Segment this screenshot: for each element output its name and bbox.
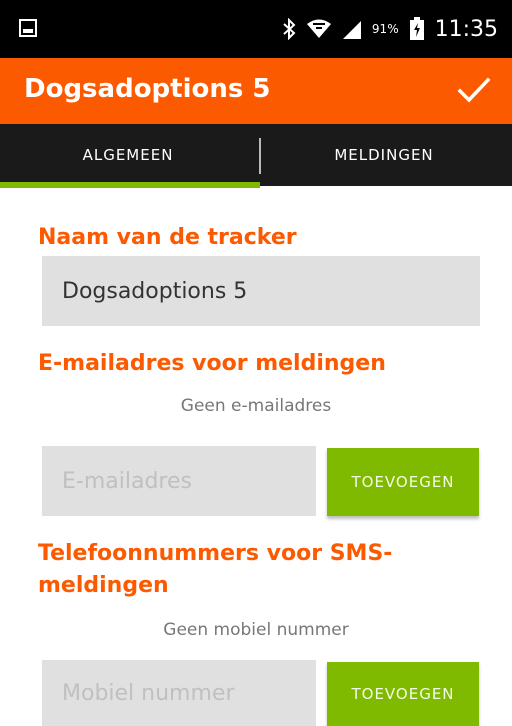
add-email-button[interactable]: TOEVOEGEN bbox=[327, 448, 479, 516]
no-mobile-note: Geen mobiel nummer bbox=[163, 620, 349, 640]
screenshot-icon bbox=[19, 19, 37, 37]
tracker-name-input[interactable]: Dogsadoptions 5 bbox=[42, 256, 480, 326]
status-bar: 91% 11:35 bbox=[0, 0, 512, 58]
bluetooth-icon bbox=[283, 18, 296, 40]
app-bar: Dogsadoptions 5 bbox=[0, 58, 512, 124]
email-input[interactable]: E-mailadres bbox=[42, 446, 316, 516]
mobile-number-input[interactable]: Mobiel nummer bbox=[42, 660, 316, 726]
battery-icon bbox=[409, 17, 424, 40]
email-section-title: E-mailadres voor meldingen bbox=[38, 351, 386, 376]
tab-bar: ALGEMEEN MELDINGEN bbox=[0, 124, 512, 186]
clock: 11:35 bbox=[434, 16, 498, 42]
checkmark-icon[interactable] bbox=[456, 72, 492, 108]
sms-section-title: Telefoonnummers voor SMS- meldingen bbox=[38, 538, 392, 602]
sms-title-line1: Telefoonnummers voor SMS- bbox=[38, 541, 393, 566]
active-tab-indicator bbox=[0, 182, 260, 188]
tab-label: MELDINGEN bbox=[334, 146, 434, 164]
battery-percent: 91% bbox=[371, 22, 399, 36]
button-label: TOEVOEGEN bbox=[351, 685, 455, 703]
tab-label: ALGEMEEN bbox=[82, 146, 174, 164]
button-label: TOEVOEGEN bbox=[351, 473, 455, 491]
tab-meldingen[interactable]: MELDINGEN bbox=[256, 124, 512, 186]
signal-icon bbox=[342, 21, 361, 39]
add-mobile-button[interactable]: TOEVOEGEN bbox=[327, 662, 479, 726]
tab-algemeen[interactable]: ALGEMEEN bbox=[0, 124, 256, 186]
page-title: Dogsadoptions 5 bbox=[24, 74, 271, 104]
wifi-icon bbox=[306, 19, 331, 38]
no-email-note: Geen e-mailadres bbox=[180, 396, 332, 416]
sms-title-line2: meldingen bbox=[38, 573, 169, 598]
tracker-name-title: Naam van de tracker bbox=[38, 225, 297, 250]
